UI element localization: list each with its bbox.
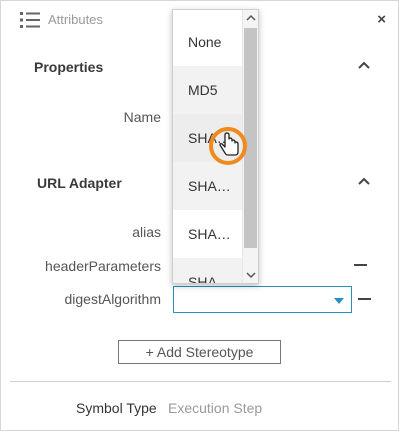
symbol-type-value: Execution Step [168,400,263,416]
close-icon[interactable]: × [377,11,386,28]
dropdown-option-sha-3[interactable]: SHA… [173,210,243,258]
symbol-type-label: Symbol Type [76,400,157,416]
add-stereotype-button[interactable]: + Add Stereotype [118,340,281,364]
digest-algorithm-select[interactable] [173,286,352,313]
remove-digest-algorithm-button[interactable] [358,298,371,300]
scroll-up-icon[interactable] [246,14,256,22]
digest-algorithm-label: digestAlgorithm [64,291,162,307]
dropdown-option-md5[interactable]: MD5 [173,66,243,114]
remove-header-parameters-button[interactable] [354,264,367,266]
dropdown-option-none[interactable]: None [173,18,243,66]
section-url-adapter-title: URL Adapter [37,175,122,191]
header-parameters-label: headerParameters [45,258,161,274]
hand-cursor-icon [209,127,247,165]
chevron-up-icon[interactable] [356,59,372,71]
divider [10,381,391,382]
dropdown-option-sha-2[interactable]: SHA… [173,162,243,210]
scroll-down-icon[interactable] [246,271,256,279]
caret-down-icon [334,298,344,304]
name-label: Name [123,109,161,125]
section-properties-title: Properties [34,59,104,75]
chevron-up-icon[interactable] [356,175,372,187]
alias-label: alias [132,224,161,240]
list-icon [20,12,40,28]
dropdown-option-sha-4[interactable]: SHA… [173,258,243,283]
panel-title: Attributes [48,12,103,27]
